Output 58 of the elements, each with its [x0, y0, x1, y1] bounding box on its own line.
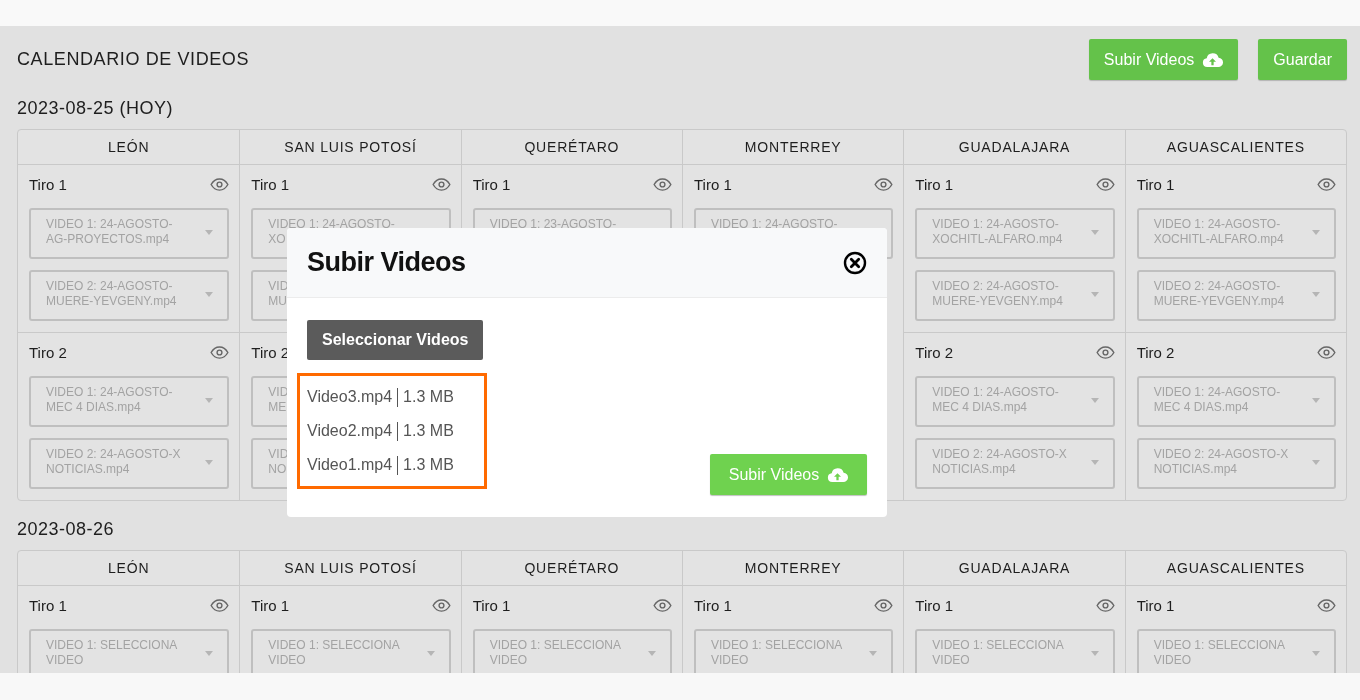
city-header: SAN LUIS POTOSÍ	[240, 130, 461, 165]
city-header: LEÓN	[18, 551, 240, 586]
dialog-title: Subir Videos	[307, 247, 466, 278]
city-header: GUADALAJARA	[904, 130, 1125, 165]
city-header: QUERÉTARO	[461, 130, 682, 165]
file-size: 1.3 MB	[403, 388, 454, 406]
city-header: GUADALAJARA	[904, 551, 1125, 586]
shot-title: Tiro 1	[1136, 596, 1175, 614]
city-header: MONTERREY	[683, 130, 904, 165]
city-header: MONTERREY	[683, 551, 904, 586]
shot-title: Tiro 1	[1136, 175, 1175, 193]
city-header: SAN LUIS POTOSÍ	[240, 551, 461, 586]
shot-title: Tiro 1	[251, 596, 290, 614]
select-value: VIDEO 2: 24-AGOSTO-X NOTICIAS.mp4	[1153, 447, 1290, 477]
shot-title: Tiro 1	[251, 175, 290, 193]
shot-title: Tiro 1	[915, 596, 954, 614]
select-value: VIDEO 1: 24-AGOSTO-XOCHITL-ALFARO.mp4	[932, 217, 1064, 247]
select-value: VIDEO 1: SELECCIONA VIDEO	[932, 638, 1065, 668]
file-size: 1.3 MB	[403, 422, 454, 440]
select-value: VIDEO 1: 24-AGOSTO-MEC 4 DIAS.mp4	[932, 385, 1060, 415]
page-title: CALENDARIO DE VIDEOS	[17, 49, 250, 70]
shot-title: Tiro 2	[29, 343, 67, 361]
file-name: Video2.mp4	[307, 422, 393, 440]
select-value: VIDEO 1: SELECCIONA VIDEO	[489, 638, 622, 668]
date-heading: 2023-08-26	[17, 518, 116, 540]
select-value: VIDEO 1: 24-AGOSTO-AG-PROYECTOS.mp4	[46, 217, 174, 247]
shot-title: Tiro 1	[472, 175, 511, 193]
file-name: Video1.mp4	[307, 456, 393, 474]
shot-title: Tiro 2	[1136, 343, 1175, 361]
select-value: VIDEO 1: 24-AGOSTO-XOCHITL-ALFARO.mp4	[1153, 217, 1285, 247]
shot-title: Tiro 1	[29, 596, 67, 614]
select-value: VIDEO 1: 24-AGOSTO-MEC 4 DIAS.mp4	[1153, 385, 1282, 415]
select-value: VIDEO 1: 24-AGOSTO-MEC 4 DIAS.mp4	[46, 385, 174, 415]
select-value: VIDEO 2: 24-AGOSTO-MUERE-YEVGENY.mp4	[46, 279, 178, 309]
shot-title: Tiro 1	[29, 175, 67, 193]
shot-title: Tiro 1	[694, 596, 732, 614]
city-header: QUERÉTARO	[461, 551, 682, 586]
file-size: 1.3 MB	[403, 456, 454, 474]
select-value: VIDEO 2: 24-AGOSTO-MUERE-YEVGENY.mp4	[1153, 279, 1286, 309]
select-value: VIDEO 1: SELECCIONA VIDEO	[46, 638, 178, 668]
shot-title: Tiro 2	[915, 343, 954, 361]
select-value: VIDEO 2: 24-AGOSTO-MUERE-YEVGENY.mp4	[932, 279, 1064, 309]
shot-title: Tiro 1	[694, 175, 732, 193]
select-value: VIDEO 2: 24-AGOSTO-X NOTICIAS.mp4	[932, 447, 1068, 477]
select-value: VIDEO 1: SELECCIONA VIDEO	[1153, 638, 1286, 668]
select-value: VIDEO 1: SELECCIONA VIDEO	[711, 638, 843, 668]
select-value: VIDEO 1: 23-AGOSTO-	[489, 217, 617, 232]
select-value: VIDEO 2: 24-AGOSTO-X NOTICIAS.mp4	[46, 447, 182, 477]
date-heading: 2023-08-25 (HOY)	[17, 97, 175, 119]
select-value: VIDEO 1: 24-AGOSTO-XO	[268, 217, 396, 247]
shot-title: Tiro 1	[472, 596, 511, 614]
shot-title: Tiro 1	[915, 175, 954, 193]
select-value: VIDEO 1: SELECCIONA VIDEO	[268, 638, 401, 668]
city-header: LEÓN	[18, 130, 240, 165]
select-value: VIDEO 1: 24-AGOSTO-	[711, 217, 838, 232]
city-header: AGUASCALIENTES	[1125, 130, 1346, 165]
city-header: AGUASCALIENTES	[1125, 551, 1346, 586]
file-name: Video3.mp4	[307, 388, 393, 406]
